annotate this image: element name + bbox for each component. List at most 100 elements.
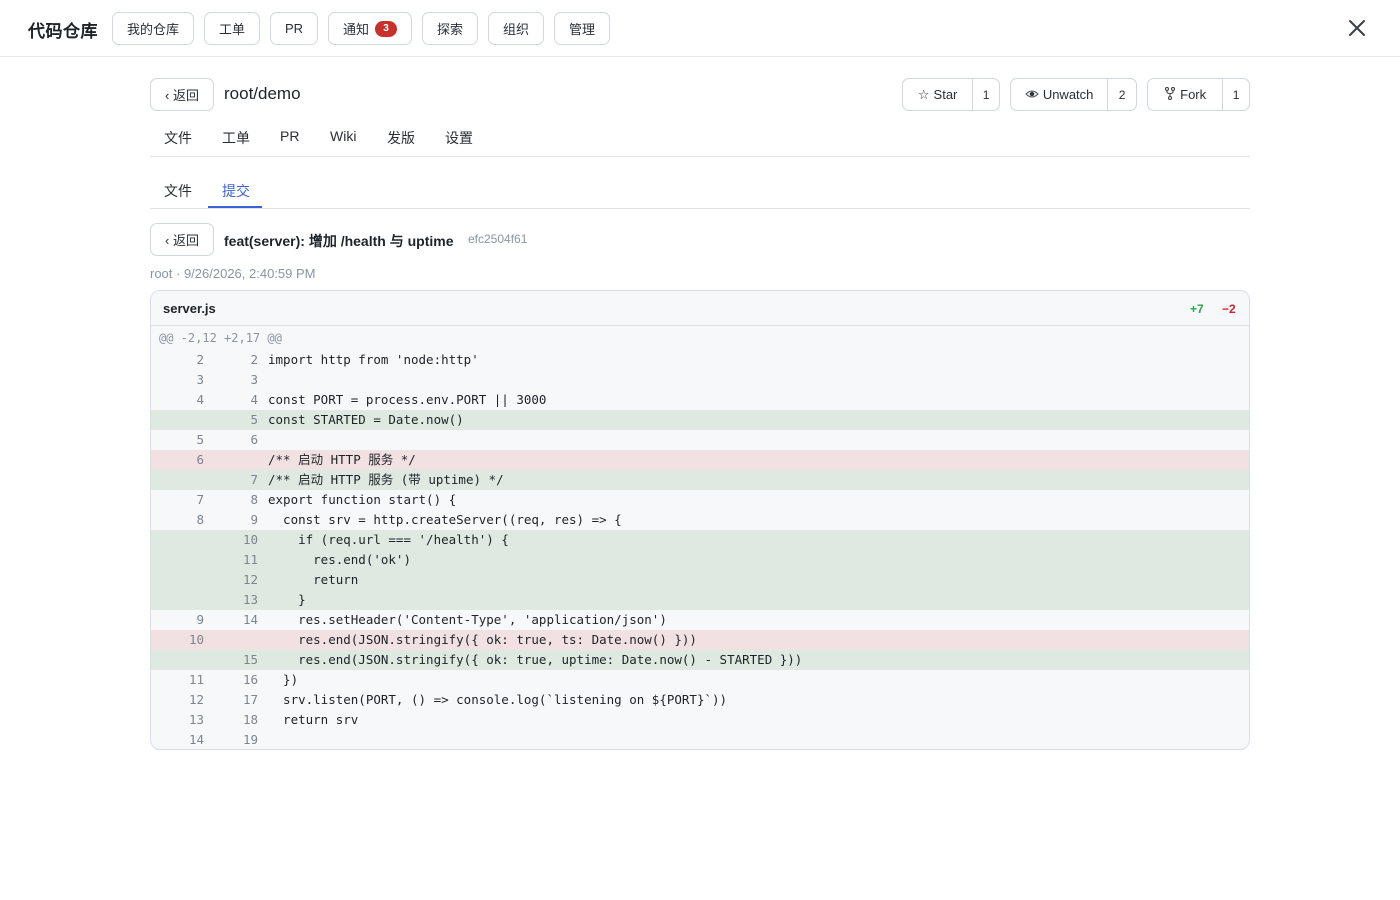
fork-button-group: Fork 1 xyxy=(1147,78,1250,111)
active-tab-indicator xyxy=(208,206,262,208)
nav-label: 通知 xyxy=(342,22,369,37)
star-button-group: ☆ Star 1 xyxy=(902,78,1000,111)
fork-label: Fork xyxy=(1180,87,1207,102)
tab-files[interactable]: 文件 xyxy=(164,128,192,148)
diff-line-removed: 10 res.end(JSON.stringify({ ok: true, ts… xyxy=(151,630,1249,650)
code-text: return xyxy=(268,572,359,587)
diff-line-context: 4 4 const PORT = process.env.PORT || 3000 xyxy=(151,390,1249,410)
old-line-number: 11 xyxy=(188,672,204,687)
star-icon: ☆ xyxy=(917,86,930,102)
diff-line-added: 10 if (req.url === '/health') { xyxy=(151,530,1249,550)
repo-tabs: 文件 工单 PR Wiki 发版 设置 xyxy=(150,120,1250,157)
new-line-number: 17 xyxy=(242,692,258,707)
repo-back-button[interactable]: ‹ 返回 xyxy=(150,78,214,111)
deletions-count: −2 xyxy=(1222,302,1236,316)
tab-pr[interactable]: PR xyxy=(280,128,299,144)
old-line-number xyxy=(151,570,204,590)
unwatch-button[interactable]: Unwatch xyxy=(1011,79,1109,110)
old-line-number xyxy=(151,550,204,570)
close-icon[interactable] xyxy=(1345,16,1369,40)
fork-count[interactable]: 1 xyxy=(1223,79,1249,110)
old-line-number: 7 xyxy=(196,492,204,507)
code-text: /** 启动 HTTP 服务 */ xyxy=(268,452,416,467)
watch-count[interactable]: 2 xyxy=(1108,79,1136,110)
code-subtabs: 文件 提交 xyxy=(150,172,1250,209)
diff-line-added: 15 res.end(JSON.stringify({ ok: true, up… xyxy=(151,650,1249,670)
star-count[interactable]: 1 xyxy=(973,79,999,110)
old-line-number: 14 xyxy=(188,732,204,747)
notification-count-badge: 3 xyxy=(375,20,397,37)
new-line-number: 6 xyxy=(250,432,258,447)
nav-my-repos-button[interactable]: 我的仓库 xyxy=(112,12,194,45)
new-line-number: 15 xyxy=(242,652,258,667)
code-text: export function start() { xyxy=(268,492,457,507)
diff-line-added: 7 /** 启动 HTTP 服务 (带 uptime) */ xyxy=(151,470,1249,490)
nav-label: 我的仓库 xyxy=(126,22,179,37)
new-line-number: 14 xyxy=(242,612,258,627)
nav-orgs-button[interactable]: 组织 xyxy=(488,12,544,45)
new-line-number: 11 xyxy=(242,552,258,567)
old-line-number: 6 xyxy=(196,452,204,467)
tab-releases[interactable]: 发版 xyxy=(387,128,415,148)
subtab-commits[interactable]: 提交 xyxy=(222,181,250,201)
code-text: res.end('ok') xyxy=(268,552,411,567)
old-line-number: 13 xyxy=(188,712,204,727)
code-text: res.setHeader('Content-Type', 'applicati… xyxy=(268,612,667,627)
additions-count: +7 xyxy=(1190,302,1204,316)
code-text: res.end(JSON.stringify({ ok: true, ts: D… xyxy=(268,632,697,647)
nav-label: PR xyxy=(284,21,304,36)
nav-pr-button[interactable]: PR xyxy=(270,12,318,45)
commit-back-button[interactable]: ‹ 返回 xyxy=(150,223,214,256)
old-line-number: 12 xyxy=(188,692,204,707)
new-line-number: 8 xyxy=(250,492,258,507)
diff-line-added: 11 res.end('ok') xyxy=(151,550,1249,570)
fork-button[interactable]: Fork xyxy=(1148,79,1224,110)
code-text: const PORT = process.env.PORT || 3000 xyxy=(268,392,547,407)
old-line-number: 4 xyxy=(196,392,204,407)
old-line-number: 2 xyxy=(196,352,204,367)
old-line-number: 10 xyxy=(188,632,204,647)
diff-line-context: 2 2 import http from 'node:http' xyxy=(151,350,1249,370)
new-line-number xyxy=(204,630,258,650)
diff-panel: server.js +7 −2 @@ -2,12 +2,17 @@ 2 2 impo… xyxy=(150,290,1250,750)
new-line-number: 5 xyxy=(250,412,258,427)
tab-issues[interactable]: 工单 xyxy=(222,128,250,148)
old-line-number: 5 xyxy=(196,432,204,447)
watch-label: Unwatch xyxy=(1042,87,1094,102)
new-line-number: 16 xyxy=(242,672,258,687)
code-text: return srv xyxy=(268,712,359,727)
nav-label: 工单 xyxy=(218,22,245,37)
old-line-number xyxy=(151,590,204,610)
star-label: Star xyxy=(933,87,958,102)
repo-name: root/demo xyxy=(224,84,301,103)
old-line-number xyxy=(151,650,204,670)
diff-file-header: server.js +7 −2 xyxy=(151,291,1249,326)
new-line-number: 13 xyxy=(242,592,258,607)
diff-line-added: 13 } xyxy=(151,590,1249,610)
code-text: /** 启动 HTTP 服务 (带 uptime) */ xyxy=(268,472,504,487)
subtab-files[interactable]: 文件 xyxy=(164,181,192,201)
code-text: const srv = http.createServer((req, res)… xyxy=(268,512,622,527)
diff-line-context: 33 xyxy=(151,370,1249,390)
code-text: const STARTED = Date.now() xyxy=(268,412,464,427)
nav-admin-button[interactable]: 管理 xyxy=(554,12,610,45)
old-line-number xyxy=(151,410,204,430)
new-line-number: 3 xyxy=(250,372,258,387)
diff-line-added: 5 const STARTED = Date.now() xyxy=(151,410,1249,430)
nav-issues-button[interactable]: 工单 xyxy=(204,12,260,45)
old-line-number xyxy=(151,530,204,550)
new-line-number: 10 xyxy=(242,532,258,547)
diff-line-removed: 6 /** 启动 HTTP 服务 */ xyxy=(151,450,1249,470)
commit-meta: root · 9/26/2026, 2:40:59 PM xyxy=(150,266,316,281)
new-line-number: 2 xyxy=(250,352,258,367)
nav-label: 管理 xyxy=(568,22,595,37)
code-text: }) xyxy=(268,672,299,687)
nav-notifications-button[interactable]: 通知 3 xyxy=(328,12,412,45)
star-button[interactable]: ☆ Star xyxy=(903,79,974,110)
commit-sha[interactable]: efc2504f61 xyxy=(468,232,527,246)
tab-wiki[interactable]: Wiki xyxy=(330,128,356,144)
diff-line-context: 9 14 res.setHeader('Content-Type', 'appli… xyxy=(151,610,1249,630)
tab-settings[interactable]: 设置 xyxy=(445,128,473,148)
nav-explore-button[interactable]: 探索 xyxy=(422,12,478,45)
